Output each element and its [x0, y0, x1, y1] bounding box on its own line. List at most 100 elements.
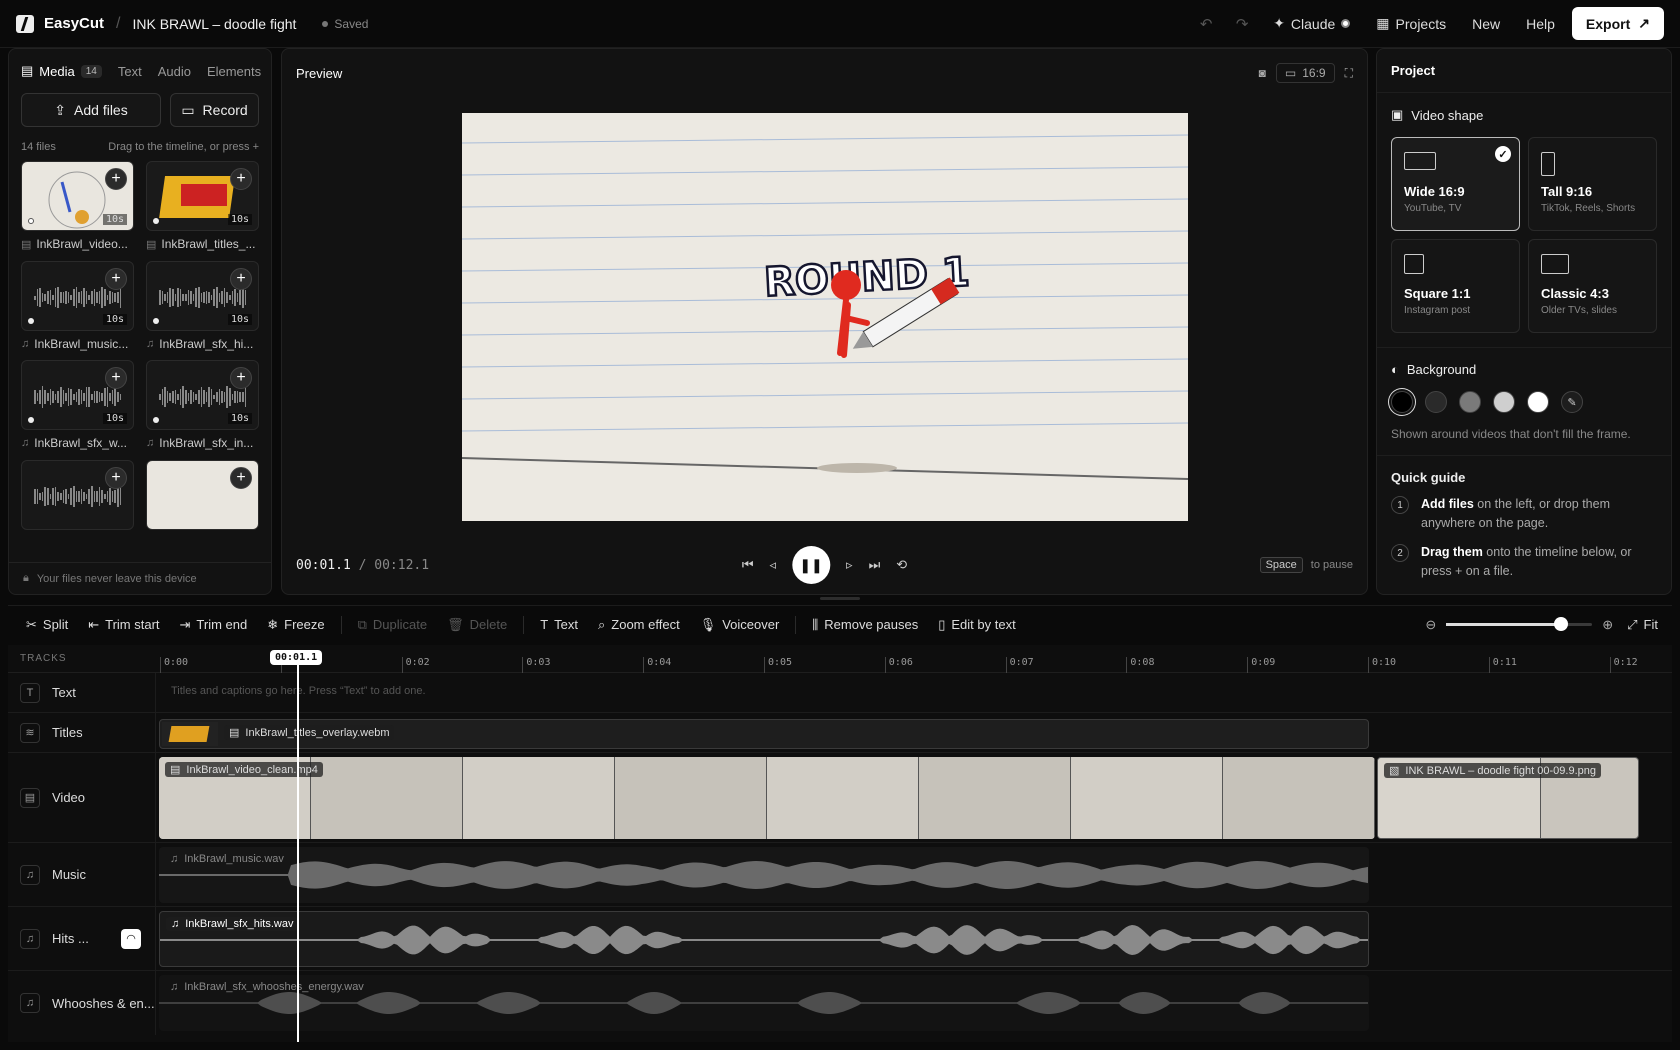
- wave-bar: [83, 491, 85, 502]
- track-label: T Text: [20, 673, 156, 712]
- privacy-note: Your files never leave this device: [36, 572, 197, 585]
- new-button[interactable]: New: [1463, 10, 1509, 38]
- zoom-out-icon[interactable]: ⊖: [1425, 617, 1436, 633]
- edit-by-text-button[interactable]: ▯ Edit by text: [930, 611, 1023, 639]
- wave-bar: [98, 392, 101, 402]
- playhead[interactable]: [297, 652, 299, 1042]
- media-item[interactable]: + 10s ♫ InkBrawl_sfx_hi...: [146, 260, 259, 355]
- fit-button[interactable]: ⤢ Fit: [1623, 611, 1662, 639]
- media-item[interactable]: + 10s ♫ InkBrawl_sfx_in...: [146, 360, 259, 454]
- zoom-in-icon[interactable]: ⊕: [1602, 617, 1613, 633]
- record-label: Record: [202, 102, 248, 118]
- media-thumbnail[interactable]: + 10s: [21, 260, 134, 331]
- step-forward-icon[interactable]: ▹: [846, 557, 853, 573]
- media-thumbnail[interactable]: +: [146, 459, 259, 530]
- export-button[interactable]: Export ↗: [1571, 7, 1664, 40]
- timeline[interactable]: TRACKS 0:000:010:020:030:040:050:060:070…: [8, 645, 1672, 1042]
- media-item[interactable]: + 10s ▤ InkBrawl_titles_...: [146, 161, 259, 255]
- zoom-effect-button[interactable]: ⌕ Zoom effect: [590, 611, 688, 639]
- swatch-dark-gray[interactable]: [1425, 391, 1447, 413]
- swatch-white[interactable]: [1527, 391, 1549, 413]
- swatch-light-gray[interactable]: [1493, 391, 1515, 413]
- step-back-icon[interactable]: ◃: [770, 557, 777, 573]
- pause-button[interactable]: ❚❚: [792, 546, 831, 584]
- zoom-slider[interactable]: [1446, 617, 1593, 631]
- snapshot-camera-icon[interactable]: ◙: [1259, 66, 1266, 80]
- media-item[interactable]: +: [21, 459, 134, 534]
- shape-square[interactable]: Square 1:1 Instagram post: [1391, 239, 1520, 333]
- freeze-label: Freeze: [284, 617, 325, 632]
- tab-elements[interactable]: Elements: [207, 64, 261, 79]
- hits-clip[interactable]: ♫ InkBrawl_sfx_hits.wav: [159, 911, 1369, 967]
- clip-label: ▧ INK BRAWL – doodle fight 00-09.9.png: [1384, 763, 1601, 778]
- media-thumbnail[interactable]: +: [21, 459, 134, 530]
- shape-classic[interactable]: Classic 4:3 Older TVs, slides: [1528, 239, 1657, 333]
- add-to-timeline-button[interactable]: +: [105, 367, 127, 389]
- help-button[interactable]: Help: [1517, 10, 1564, 38]
- voiceover-button[interactable]: 🎙︎ Voiceover: [692, 611, 788, 639]
- add-to-timeline-button[interactable]: +: [105, 466, 127, 489]
- video-clip[interactable]: ▤ InkBrawl_video_clean.mp4: [159, 757, 1375, 839]
- split-button[interactable]: ✂ Split: [18, 611, 76, 639]
- redo-icon[interactable]: ↷: [1228, 15, 1256, 33]
- add-to-timeline-button[interactable]: +: [230, 168, 252, 190]
- add-to-timeline-button[interactable]: +: [105, 267, 127, 290]
- project-name[interactable]: INK BRAWL – doodle fight: [132, 16, 296, 32]
- duplicate-button[interactable]: ⧉ Duplicate: [350, 611, 436, 639]
- wave-bar: [187, 392, 190, 402]
- wave-bar: [57, 286, 59, 309]
- titles-clip[interactable]: ▤ InkBrawl_titles_overlay.webm: [159, 719, 1369, 749]
- add-to-timeline-button[interactable]: +: [230, 367, 252, 389]
- panel-resize-handle[interactable]: [820, 597, 860, 600]
- media-thumbnail[interactable]: + 10s: [21, 360, 134, 430]
- media-thumbnail[interactable]: + 10s: [146, 161, 259, 231]
- add-to-timeline-button[interactable]: +: [230, 466, 252, 489]
- media-item[interactable]: + 10s ♫ InkBrawl_music...: [21, 260, 134, 355]
- add-to-timeline-button[interactable]: +: [230, 267, 252, 290]
- freeze-button[interactable]: ❄ Freeze: [259, 611, 332, 639]
- wave-bar: [104, 289, 106, 306]
- music-clip[interactable]: ♫ InkBrawl_music.wav: [159, 847, 1369, 903]
- media-thumbnail[interactable]: + 10s: [21, 161, 134, 231]
- duration-badge: 10s: [102, 313, 127, 325]
- whooshes-clip[interactable]: ♫ InkBrawl_sfx_whooshes_energy.wav: [159, 975, 1369, 1031]
- trim-end-button[interactable]: ⇥ Trim end: [172, 611, 256, 639]
- aspect-ratio-button[interactable]: ▭ 16:9: [1275, 63, 1335, 83]
- skip-to-end-icon[interactable]: ⏭: [869, 557, 881, 573]
- remove-pauses-button[interactable]: ⫼ Remove pauses: [804, 611, 926, 639]
- swatch-gray[interactable]: [1459, 391, 1481, 413]
- time-ruler[interactable]: TRACKS 0:000:010:020:030:040:050:060:070…: [8, 645, 1672, 673]
- media-thumbnail[interactable]: + 10s: [146, 360, 259, 430]
- swatch-black[interactable]: [1391, 391, 1413, 413]
- media-thumbnail[interactable]: + 10s: [146, 260, 259, 331]
- add-to-timeline-button[interactable]: +: [105, 168, 127, 190]
- loop-icon[interactable]: ⟲: [896, 557, 907, 573]
- eyedropper-icon[interactable]: ✎: [1561, 391, 1583, 413]
- undo-icon[interactable]: ↶: [1192, 15, 1220, 33]
- wave-bar: [159, 393, 161, 401]
- media-item[interactable]: + 10s ♫ InkBrawl_sfx_w...: [21, 360, 134, 454]
- media-item[interactable]: +: [146, 459, 259, 534]
- tab-text[interactable]: Text: [118, 64, 142, 79]
- media-item[interactable]: + 10s ▤ InkBrawl_video...: [21, 161, 134, 255]
- playhead-label[interactable]: 00:01.1: [270, 650, 323, 665]
- trim-start-button[interactable]: ⇤ Trim start: [80, 611, 167, 639]
- delete-button[interactable]: 🗑︎ Delete: [439, 611, 515, 639]
- shape-tall[interactable]: Tall 9:16 TikTok, Reels, Shorts: [1528, 137, 1657, 231]
- zoom-knob[interactable]: [1554, 617, 1569, 631]
- clip-name: InkBrawl_sfx_whooshes_energy.wav: [184, 981, 364, 993]
- claude-button[interactable]: ✦ Claude: [1264, 9, 1359, 38]
- shape-wide[interactable]: Wide 16:9 YouTube, TV ✓: [1391, 137, 1520, 231]
- skip-to-start-icon[interactable]: ⏮: [742, 557, 754, 573]
- image-clip[interactable]: ▧ INK BRAWL – doodle fight 00-09.9.png: [1377, 757, 1639, 839]
- text-button[interactable]: T Text: [532, 611, 586, 639]
- headphones-icon[interactable]: ◠: [121, 928, 141, 949]
- video-canvas[interactable]: ROUND 1: [462, 113, 1188, 521]
- tab-audio[interactable]: Audio: [158, 64, 191, 79]
- wave-bar: [242, 392, 244, 402]
- projects-button[interactable]: ▦ Projects: [1367, 9, 1455, 38]
- add-files-button[interactable]: ⇪ Add files: [21, 93, 161, 127]
- tab-media[interactable]: ▤ Media 14: [21, 63, 102, 79]
- record-button[interactable]: ▭ Record: [170, 93, 259, 127]
- fullscreen-icon[interactable]: ⛶: [1345, 66, 1353, 81]
